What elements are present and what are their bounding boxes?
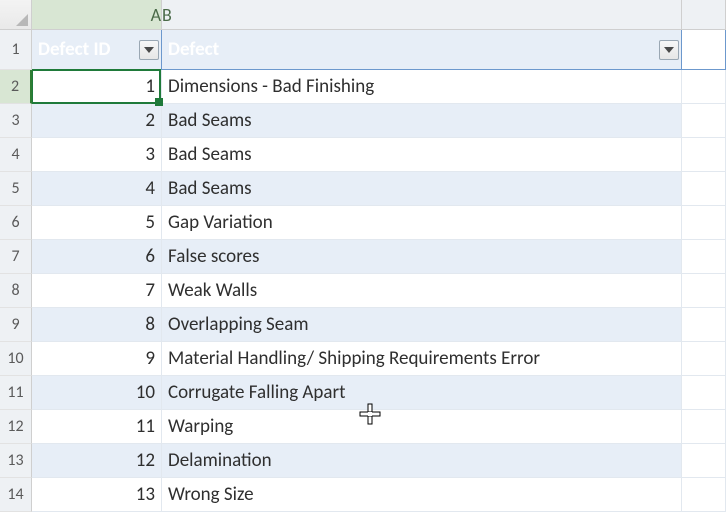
row-header-1[interactable]: 1: [0, 30, 32, 70]
cell-defect-id[interactable]: 6: [32, 240, 162, 274]
row-header-9[interactable]: 9: [0, 308, 32, 342]
row-header-13[interactable]: 13: [0, 444, 32, 478]
cell-defect-id[interactable]: 8: [32, 308, 162, 342]
row-header-14[interactable]: 14: [0, 478, 32, 512]
cell-defect[interactable]: Wrong Size: [162, 478, 682, 512]
cell-defect[interactable]: Material Handling/ Shipping Requirements…: [162, 342, 682, 376]
cell-defect-id[interactable]: 11: [32, 410, 162, 444]
table-header-defect[interactable]: Defect: [162, 30, 682, 70]
cell-defect[interactable]: Weak Walls: [162, 274, 682, 308]
table-header-row: Defect ID Defect: [32, 30, 726, 70]
cell-defect[interactable]: Overlapping Seam: [162, 308, 682, 342]
table-row: 13 Wrong Size: [32, 478, 726, 512]
row-header-11[interactable]: 11: [0, 376, 32, 410]
table-row: 3 Bad Seams: [32, 138, 726, 172]
row-header-4[interactable]: 4: [0, 138, 32, 172]
filter-button-defect[interactable]: [659, 40, 679, 60]
column-header-A[interactable]: A: [32, 0, 162, 30]
cell-defect-id[interactable]: 9: [32, 342, 162, 376]
cell-defect-id[interactable]: 12: [32, 444, 162, 478]
cell-empty[interactable]: [682, 30, 726, 70]
column-header-empty[interactable]: [682, 0, 726, 30]
header-label: Defect: [168, 38, 219, 61]
cell-empty[interactable]: [682, 342, 726, 376]
cell-defect[interactable]: Bad Seams: [162, 172, 682, 206]
column-header-B[interactable]: B: [162, 0, 682, 30]
cell-defect[interactable]: Corrugate Falling Apart: [162, 376, 682, 410]
table-header-defect-id[interactable]: Defect ID: [32, 30, 162, 70]
row-header-12[interactable]: 12: [0, 410, 32, 444]
chevron-down-icon: [144, 47, 154, 53]
select-all-triangle-icon: [16, 14, 28, 26]
row-header-2[interactable]: 2: [0, 70, 32, 104]
cell-defect-id[interactable]: 7: [32, 274, 162, 308]
row-header-10[interactable]: 10: [0, 342, 32, 376]
table-row: 4 Bad Seams: [32, 172, 726, 206]
select-all-corner[interactable]: [0, 0, 32, 30]
table-row: 8 Overlapping Seam: [32, 308, 726, 342]
table-row: 2 Bad Seams: [32, 104, 726, 138]
table-row: 10 Corrugate Falling Apart: [32, 376, 726, 410]
cell-defect-id[interactable]: 1: [32, 70, 162, 104]
cell-empty[interactable]: [682, 410, 726, 444]
cell-defect-id[interactable]: 10: [32, 376, 162, 410]
table-row: 7 Weak Walls: [32, 274, 726, 308]
table-row: 5 Gap Variation: [32, 206, 726, 240]
table-row: 1 Dimensions - Bad Finishing: [32, 70, 726, 104]
column-letter: B: [162, 0, 172, 30]
chevron-down-icon: [664, 47, 674, 53]
cell-defect[interactable]: Delamination: [162, 444, 682, 478]
cell-empty[interactable]: [682, 206, 726, 240]
header-label: Defect ID: [38, 38, 111, 61]
filter-button-defect-id[interactable]: [139, 40, 159, 60]
table-row: 6 False scores: [32, 240, 726, 274]
cell-empty[interactable]: [682, 138, 726, 172]
row-header-7[interactable]: 7: [0, 240, 32, 274]
table-row: 11 Warping: [32, 410, 726, 444]
grid[interactable]: Defect ID Defect 1 Dimensions - Bad Fini…: [32, 30, 726, 516]
spreadsheet: A B 1 2 3 4 5 6 7 8 9 10 11 12 13 14 Def…: [0, 0, 726, 516]
column-letter: A: [151, 0, 161, 30]
cell-defect-id[interactable]: 2: [32, 104, 162, 138]
cell-empty[interactable]: [682, 104, 726, 138]
row-header-8[interactable]: 8: [0, 274, 32, 308]
cell-empty[interactable]: [682, 376, 726, 410]
cell-defect-id[interactable]: 5: [32, 206, 162, 240]
cell-defect-id[interactable]: 4: [32, 172, 162, 206]
row-header-6[interactable]: 6: [0, 206, 32, 240]
cell-defect[interactable]: Warping: [162, 410, 682, 444]
cell-empty[interactable]: [682, 274, 726, 308]
row-headers: 1 2 3 4 5 6 7 8 9 10 11 12 13 14: [0, 30, 32, 512]
cell-empty[interactable]: [682, 240, 726, 274]
cell-defect[interactable]: Dimensions - Bad Finishing: [162, 70, 682, 104]
cell-empty[interactable]: [682, 308, 726, 342]
column-headers: A B: [32, 0, 726, 30]
cell-empty[interactable]: [682, 444, 726, 478]
cell-empty[interactable]: [682, 172, 726, 206]
row-header-5[interactable]: 5: [0, 172, 32, 206]
cell-defect[interactable]: Bad Seams: [162, 138, 682, 172]
cell-defect[interactable]: Gap Variation: [162, 206, 682, 240]
cell-defect-id[interactable]: 3: [32, 138, 162, 172]
table-row: 9 Material Handling/ Shipping Requiremen…: [32, 342, 726, 376]
table-row: 12 Delamination: [32, 444, 726, 478]
row-header-3[interactable]: 3: [0, 104, 32, 138]
cell-defect[interactable]: Bad Seams: [162, 104, 682, 138]
cell-defect[interactable]: False scores: [162, 240, 682, 274]
cell-defect-id[interactable]: 13: [32, 478, 162, 512]
cell-empty[interactable]: [682, 70, 726, 104]
cell-empty[interactable]: [682, 478, 726, 512]
